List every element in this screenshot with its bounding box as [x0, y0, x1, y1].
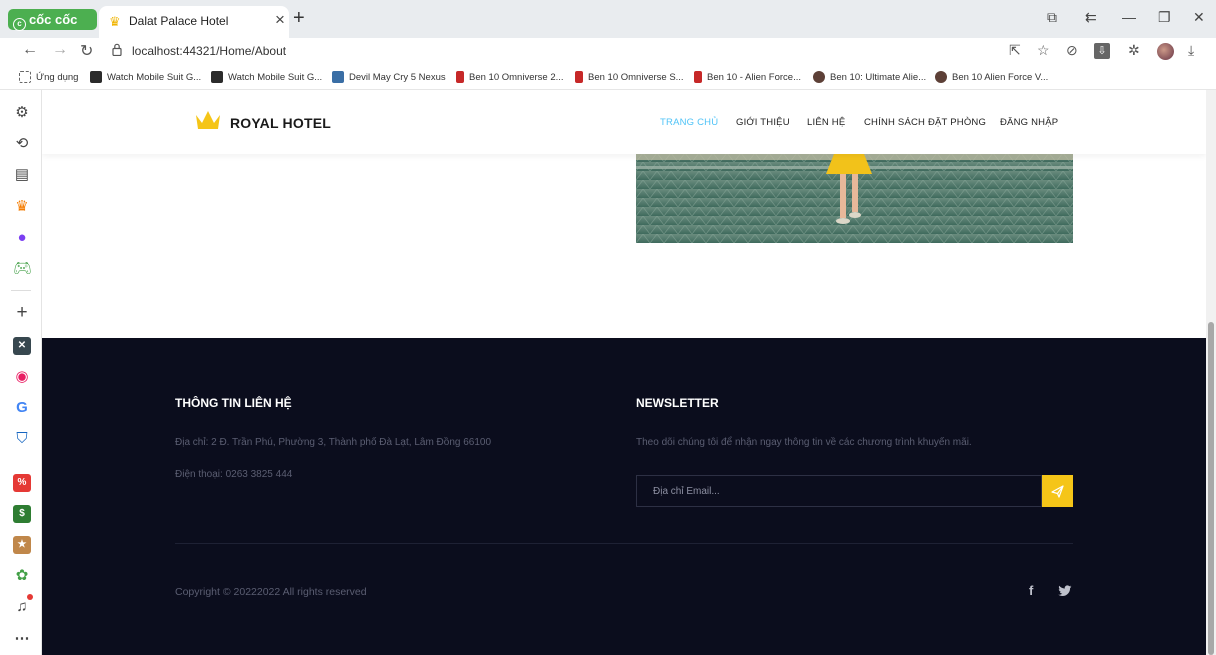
bookmark-item[interactable]: Watch Mobile Suit G...: [211, 71, 322, 83]
sidebar-toggle-icon[interactable]: ⇇: [1085, 9, 1097, 26]
profile-avatar[interactable]: [1157, 43, 1174, 60]
messenger-icon[interactable]: ●: [13, 229, 31, 247]
address-toolbar: ← → ↻ localhost:44321/Home/About ⇱ ☆ ⊘ ⇩…: [0, 38, 1216, 66]
copyright-text: Copyright © 20222022 All rights reserved: [175, 586, 367, 598]
settings-gear-icon[interactable]: ⚙: [13, 104, 31, 122]
page-scrollbar[interactable]: [1206, 90, 1216, 655]
deal-app-icon[interactable]: $: [13, 505, 31, 523]
screenshot-icon[interactable]: ⧉: [1047, 9, 1057, 26]
extensions-icon[interactable]: ✲: [1128, 42, 1140, 59]
newsletter-description: Theo dõi chúng tôi để nhận ngay thông ti…: [636, 437, 972, 448]
forward-icon[interactable]: →: [52, 41, 68, 59]
coccoc-logo-icon: c: [13, 18, 26, 31]
crown-favicon-icon: ♛: [109, 14, 121, 29]
active-tab[interactable]: ♛ Dalat Palace Hotel ×: [99, 6, 289, 38]
bookmarks-bar: Ứng dụng Watch Mobile Suit G... Watch Mo…: [0, 66, 1216, 90]
contact-heading: THÔNG TIN LIÊN HỆ: [175, 396, 292, 410]
bookmark-item[interactable]: Watch Mobile Suit G...: [90, 71, 201, 83]
scrollbar-thumb[interactable]: [1208, 322, 1214, 655]
nav-booking-policy[interactable]: CHÍNH SÁCH ĐẶT PHÒNG: [864, 117, 986, 128]
new-tab-icon[interactable]: +: [293, 7, 305, 30]
tab-bar: c cốc cốc ♛ Dalat Palace Hotel × + ⧉ ⇇ — …: [0, 0, 1216, 38]
google-icon[interactable]: G: [13, 399, 31, 417]
site-footer: THÔNG TIN LIÊN HỆ Địa chỉ: 2 Đ. Trần Phú…: [42, 338, 1206, 655]
browser-sidebar: ⚙ ⟲ ▤ ♛ ● 🎮︎ + ✕ ◉ G ⛉ % $ ★ ✿ ♫ ⋯: [0, 90, 42, 655]
newsletter-heading: NEWSLETTER: [636, 396, 719, 410]
bookmark-favicon-icon: [456, 71, 464, 83]
downloads-icon[interactable]: ⤓: [1188, 42, 1194, 59]
bookmark-favicon-icon: [694, 71, 702, 83]
omnibox[interactable]: localhost:44321/Home/About: [104, 39, 989, 64]
notification-bell-icon[interactable]: ♫: [13, 598, 31, 616]
apps-grid-icon: [19, 71, 31, 83]
nav-about[interactable]: GIỚI THIỆU: [736, 117, 790, 128]
bookmark-favicon-icon: [935, 71, 947, 83]
bookmark-favicon-icon: [575, 71, 583, 83]
back-icon[interactable]: ←: [22, 41, 38, 59]
contact-phone: Điện thoại: 0263 3825 444: [175, 469, 293, 480]
bookmark-apps[interactable]: Ứng dụng: [19, 71, 78, 83]
minimize-icon[interactable]: —: [1122, 9, 1136, 25]
bookmark-item[interactable]: Ben 10 Alien Force V...: [935, 71, 1048, 83]
bookmark-item[interactable]: Ben 10 Omniverse S...: [575, 71, 684, 83]
reading-list-icon[interactable]: ▤: [13, 166, 31, 184]
restore-icon[interactable]: ❐: [1158, 9, 1171, 26]
paper-plane-icon: [1051, 485, 1064, 498]
sale-app-icon[interactable]: %: [13, 474, 31, 492]
crown-logo-icon[interactable]: [194, 109, 222, 131]
game-controller-icon[interactable]: 🎮︎: [13, 260, 32, 278]
nav-home[interactable]: TRANG CHỦ: [660, 117, 718, 128]
url-text: localhost:44321/Home/About: [132, 44, 287, 58]
site-header: ROYAL HOTEL TRANG CHỦ GIỚI THIỆU LIÊN HỆ…: [42, 90, 1206, 154]
newsletter-email-field[interactable]: [636, 475, 1042, 507]
site-logo-text[interactable]: ROYAL HOTEL: [230, 115, 331, 131]
bookmark-favicon-icon: [211, 71, 223, 83]
game-app-icon[interactable]: ★: [13, 536, 31, 554]
tab-title: Dalat Palace Hotel: [129, 14, 229, 28]
bookmark-favicon-icon: [332, 71, 344, 83]
history-icon[interactable]: ⟲: [13, 135, 31, 153]
email-input[interactable]: [637, 476, 1041, 506]
bookmark-star-icon[interactable]: ☆: [1037, 42, 1050, 59]
reload-icon[interactable]: ↻: [80, 41, 93, 61]
nav-login[interactable]: ĐĂNG NHẬP: [1000, 117, 1058, 128]
bookmark-item[interactable]: Devil May Cry 5 Nexus: [332, 71, 446, 83]
tab-close-icon[interactable]: ×: [275, 10, 285, 30]
bookmark-favicon-icon: [90, 71, 102, 83]
brand-label: cốc cốc: [29, 12, 78, 27]
newsletter-submit-button[interactable]: [1042, 475, 1073, 507]
bubble-app-icon[interactable]: ✿: [13, 567, 31, 585]
download-manager-icon[interactable]: ⇩: [1094, 43, 1110, 59]
footer-divider: [175, 543, 1073, 544]
bookmark-item[interactable]: Ben 10 Omniverse 2...: [456, 71, 564, 83]
lock-icon: [112, 43, 122, 56]
contact-address: Địa chỉ: 2 Đ. Trần Phú, Phường 3, Thành …: [175, 437, 492, 448]
shield-app-icon[interactable]: ⛉: [13, 430, 31, 448]
facebook-icon[interactable]: f: [1029, 583, 1033, 598]
page-viewport: ROYAL HOTEL TRANG CHỦ GIỚI THIỆU LIÊN HỆ…: [42, 90, 1206, 655]
nav-contact[interactable]: LIÊN HỆ: [807, 117, 845, 128]
twitter-icon[interactable]: [1058, 585, 1072, 597]
coccoc-menu-button[interactable]: c cốc cốc: [8, 9, 97, 31]
bookmark-favicon-icon: [813, 71, 825, 83]
adblock-icon[interactable]: ⊘: [1066, 42, 1078, 59]
bookmark-item[interactable]: Ben 10 - Alien Force...: [694, 71, 801, 83]
window-close-icon[interactable]: ✕: [1193, 9, 1205, 26]
more-icon[interactable]: ⋯: [13, 630, 31, 648]
nexus-app-icon[interactable]: ✕: [13, 337, 31, 355]
chrome-store-icon[interactable]: ◉: [13, 368, 31, 386]
add-app-icon[interactable]: +: [13, 303, 31, 322]
share-icon[interactable]: ⇱: [1009, 42, 1021, 59]
crown-app-icon[interactable]: ♛: [13, 198, 31, 216]
bookmark-item[interactable]: Ben 10: Ultimate Alie...: [813, 71, 926, 83]
